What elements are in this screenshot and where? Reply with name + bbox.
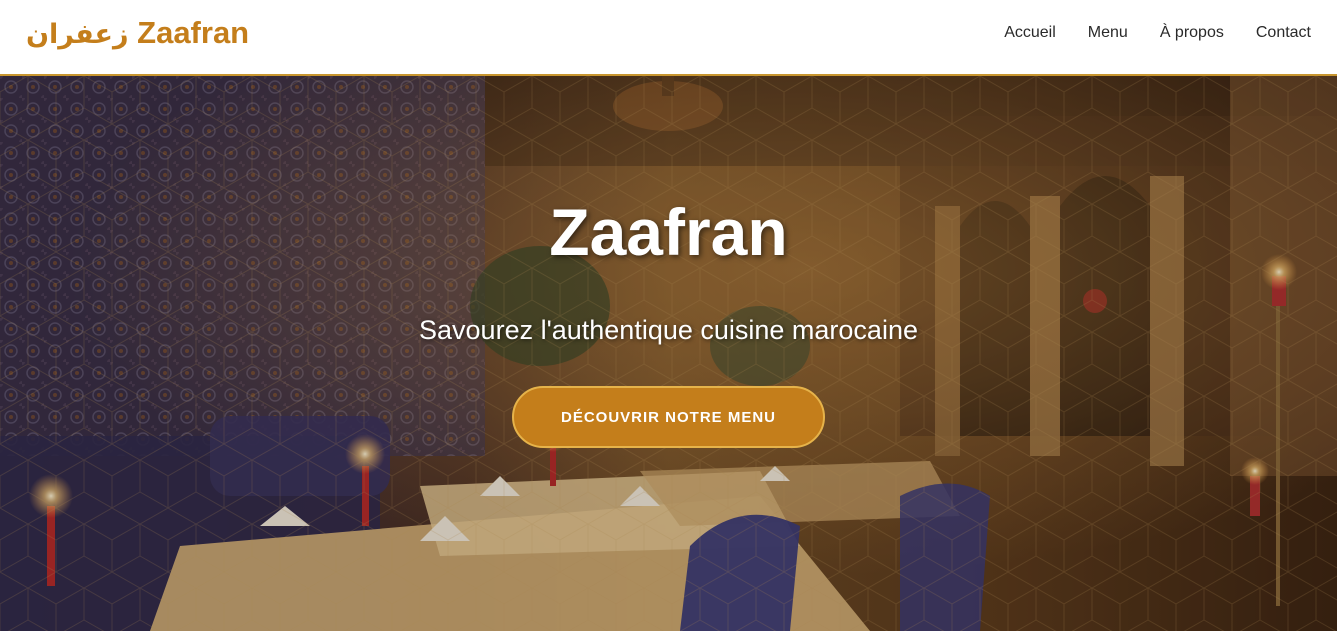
navbar: زعفران Zaafran Accueil Menu À propos Con…	[0, 0, 1337, 76]
hero-title: Zaafran	[549, 195, 788, 269]
site-logo[interactable]: زعفران Zaafran	[26, 14, 249, 54]
hero-section: Zaafran Savourez l'authentique cuisine m…	[0, 76, 1337, 631]
logo-text: Zaafran	[137, 15, 250, 50]
nav-link-a-propos[interactable]: À propos	[1160, 22, 1224, 44]
hero-overlay	[0, 76, 1337, 631]
discover-menu-button[interactable]: DÉCOUVRIR NOTRE MENU	[512, 386, 825, 448]
logo-arabic-text: زعفران	[26, 19, 129, 50]
nav-link-menu[interactable]: Menu	[1088, 22, 1128, 44]
hero-subtitle: Savourez l'authentique cuisine marocaine	[419, 315, 918, 345]
nav-menu: Accueil Menu À propos Contact	[1004, 22, 1311, 44]
nav-link-accueil[interactable]: Accueil	[1004, 22, 1056, 44]
nav-link-contact[interactable]: Contact	[1256, 22, 1311, 44]
